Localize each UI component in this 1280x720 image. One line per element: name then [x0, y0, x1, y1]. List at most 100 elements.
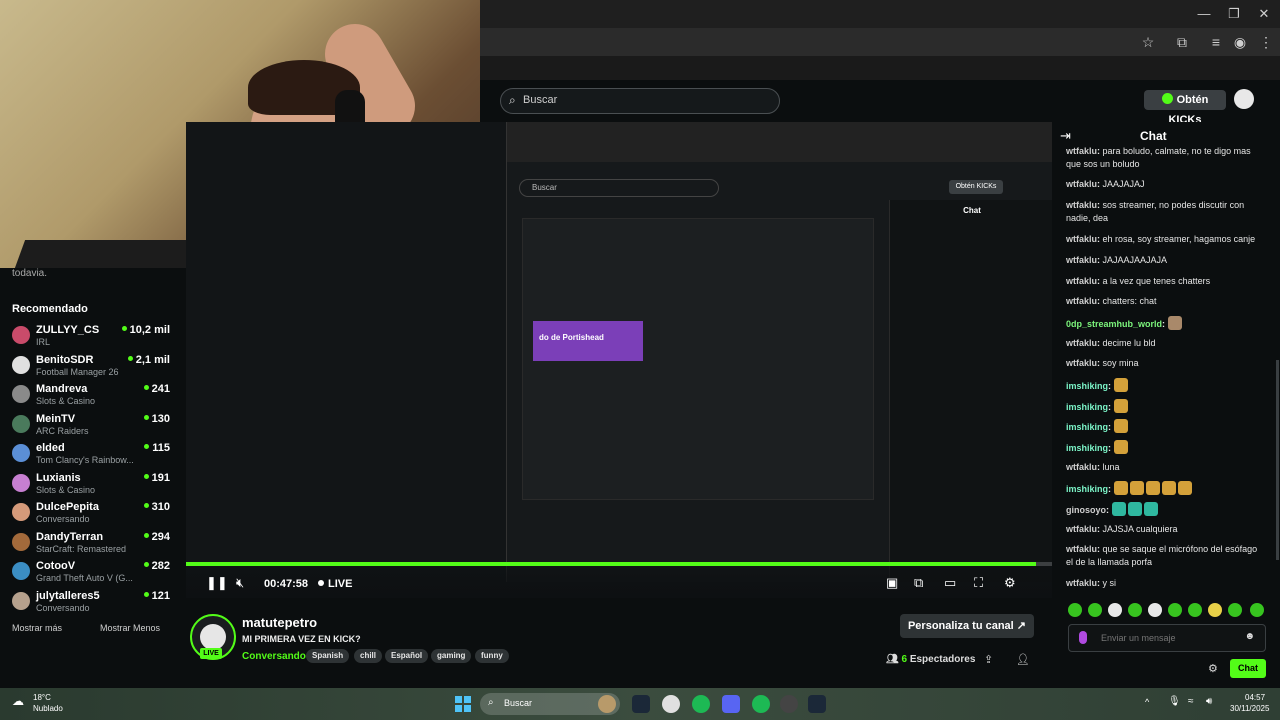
clock-time[interactable]: 04:57	[1245, 693, 1265, 702]
queue-icon[interactable]: ≡	[1206, 32, 1226, 52]
wifi-icon[interactable]: ≈	[1188, 696, 1194, 707]
sidebar-channel[interactable]: MeinTV ARC Raiders 130	[12, 411, 170, 439]
emote-button[interactable]	[1168, 603, 1182, 617]
maximize-button[interactable]: ❐	[1222, 4, 1246, 24]
search-input[interactable]: ⌕ Buscar	[500, 88, 780, 114]
menu-icon[interactable]: ⋮	[1256, 32, 1276, 52]
tag-spanish[interactable]: Spanish	[306, 649, 350, 663]
fullscreen-icon[interactable]: ⛶	[974, 575, 983, 591]
chat-username[interactable]: wtfaklu	[1066, 462, 1097, 472]
sidebar-channel[interactable]: CotooV Grand Theft Auto V (G... 282	[12, 558, 170, 586]
microphone-icon[interactable]: 🎙︎	[1168, 696, 1181, 707]
sidebar-channel[interactable]: Luxianis Slots & Casino 191	[12, 470, 170, 498]
customize-channel-button[interactable]: Personaliza tu canal ↗	[900, 614, 1034, 638]
show-more-link[interactable]: Mostrar más	[12, 623, 62, 633]
tag-gaming[interactable]: gaming	[431, 649, 472, 663]
live-dot	[143, 473, 149, 479]
miniplayer-icon[interactable]: ▭	[944, 575, 956, 591]
sidebar-channel[interactable]: DulcePepita Conversando 310	[12, 499, 170, 527]
settings-gear-icon[interactable]: ⚙	[1004, 575, 1016, 591]
chrome-icon[interactable]	[662, 695, 680, 713]
video-player[interactable]: Buscar Obtén KICKs Chat do de Portishead	[186, 122, 1052, 598]
show-less-link[interactable]: Mostrar Menos	[100, 623, 160, 633]
stream-category[interactable]: Conversando	[242, 651, 306, 662]
chat-send-button[interactable]: Chat	[1230, 659, 1266, 678]
chat-username[interactable]: imshiking	[1066, 443, 1108, 453]
emote-button[interactable]	[1108, 603, 1122, 617]
chat-username[interactable]: imshiking	[1066, 422, 1108, 432]
tag-espanol[interactable]: Español	[385, 649, 429, 663]
chat-message-field[interactable]	[1099, 629, 1243, 647]
sidebar-channel[interactable]: BenitoSDR Football Manager 26 2,1 mil	[12, 352, 170, 380]
chat-username[interactable]: wtfaklu	[1066, 276, 1097, 286]
sidebar-channel[interactable]: elded Tom Clancy's Rainbow... 115	[12, 440, 170, 468]
star-icon[interactable]: ☆	[1138, 32, 1158, 52]
chat-username[interactable]: wtfaklu	[1066, 544, 1097, 554]
share-icon[interactable]: ⇪	[984, 653, 993, 666]
discord-icon[interactable]	[722, 695, 740, 713]
chat-username[interactable]: 0dp_streamhub_world	[1066, 319, 1162, 329]
get-kicks-button[interactable]: Obtén KICKs	[1144, 90, 1226, 126]
close-button[interactable]: ✕	[1252, 4, 1276, 24]
chat-username[interactable]: wtfaklu	[1066, 234, 1097, 244]
chat-username[interactable]: imshiking	[1066, 381, 1108, 391]
emote-button[interactable]	[1250, 603, 1264, 617]
theater-mode-icon[interactable]: ▣	[886, 575, 898, 591]
chat-username[interactable]: wtfaklu	[1066, 146, 1097, 156]
chat-username[interactable]: imshiking	[1066, 484, 1108, 494]
chat-username[interactable]: ginosoyo	[1066, 505, 1106, 515]
spotify-icon[interactable]	[692, 695, 710, 713]
sidebar-channel[interactable]: Mandreva Slots & Casino 241	[12, 381, 170, 409]
tray-arrow-icon[interactable]: ^	[1145, 697, 1149, 707]
clip-icon[interactable]: ⧉	[914, 575, 923, 591]
sidebar-channel[interactable]: DandyTerran StarCraft: Remastered 294	[12, 529, 170, 557]
spotify-icon[interactable]	[752, 695, 770, 713]
follow-icon[interactable]: 👤︎	[1016, 653, 1030, 666]
widget-icon[interactable]	[598, 695, 616, 713]
collapse-chat-icon[interactable]: ⇥	[1060, 128, 1071, 144]
user-avatar[interactable]	[1234, 89, 1254, 109]
sidebar-channel[interactable]: julytalleres5 Conversando 121	[12, 588, 170, 616]
clock-date[interactable]: 30/11/2025	[1230, 704, 1269, 713]
chat-settings-icon[interactable]: ⚙	[1208, 662, 1218, 675]
chat-input[interactable]: ☻	[1068, 624, 1266, 652]
steam-icon[interactable]	[632, 695, 650, 713]
mute-icon[interactable]: 🔇︎	[236, 575, 244, 591]
chat-username[interactable]: wtfaklu	[1066, 524, 1097, 534]
start-button[interactable]	[455, 696, 471, 712]
emote-button[interactable]	[1148, 603, 1162, 617]
chat-colon: :	[1108, 402, 1114, 412]
emote-icon	[1113, 440, 1128, 454]
emote-button[interactable]	[1188, 603, 1202, 617]
channel-category: IRL	[36, 337, 51, 347]
pause-button[interactable]: ❚❚	[206, 575, 228, 591]
chat-username[interactable]: wtfaklu	[1066, 358, 1097, 368]
tag-funny[interactable]: funny	[475, 649, 509, 663]
profile-icon[interactable]: ◉	[1230, 32, 1250, 52]
chat-username[interactable]: imshiking	[1066, 402, 1108, 412]
tag-chill[interactable]: chill	[354, 649, 383, 663]
sidebar-channel[interactable]: ZULLYY_CS IRL 10,2 mil	[12, 322, 170, 350]
obs-icon[interactable]	[780, 695, 798, 713]
emote-button[interactable]	[1228, 603, 1242, 617]
emote-button[interactable]	[1208, 603, 1222, 617]
emote-button[interactable]	[1068, 603, 1082, 617]
chat-username[interactable]: wtfaklu	[1066, 296, 1097, 306]
minimize-button[interactable]: —	[1192, 4, 1216, 24]
nested-sidebar	[186, 272, 506, 598]
emote-button[interactable]	[1088, 603, 1102, 617]
emoji-icon[interactable]: ☻	[1244, 631, 1255, 642]
chat-username[interactable]: wtfaklu	[1066, 179, 1097, 189]
chat-username[interactable]: wtfaklu	[1066, 255, 1097, 265]
extensions-icon[interactable]: ⧉	[1172, 32, 1192, 52]
chat-scrollbar[interactable]	[1276, 360, 1279, 560]
streamer-name[interactable]: matutepetro	[242, 615, 317, 630]
weather-temp[interactable]: 18°C	[33, 693, 51, 702]
chat-username[interactable]: wtfaklu	[1066, 338, 1097, 348]
chat-username[interactable]: wtfaklu	[1066, 200, 1097, 210]
mic-icon[interactable]	[1079, 631, 1087, 644]
steam-icon[interactable]	[808, 695, 826, 713]
chat-username[interactable]: wtfaklu	[1066, 578, 1097, 588]
emote-button[interactable]	[1128, 603, 1142, 617]
volume-icon[interactable]: 🔊︎	[1206, 696, 1212, 707]
